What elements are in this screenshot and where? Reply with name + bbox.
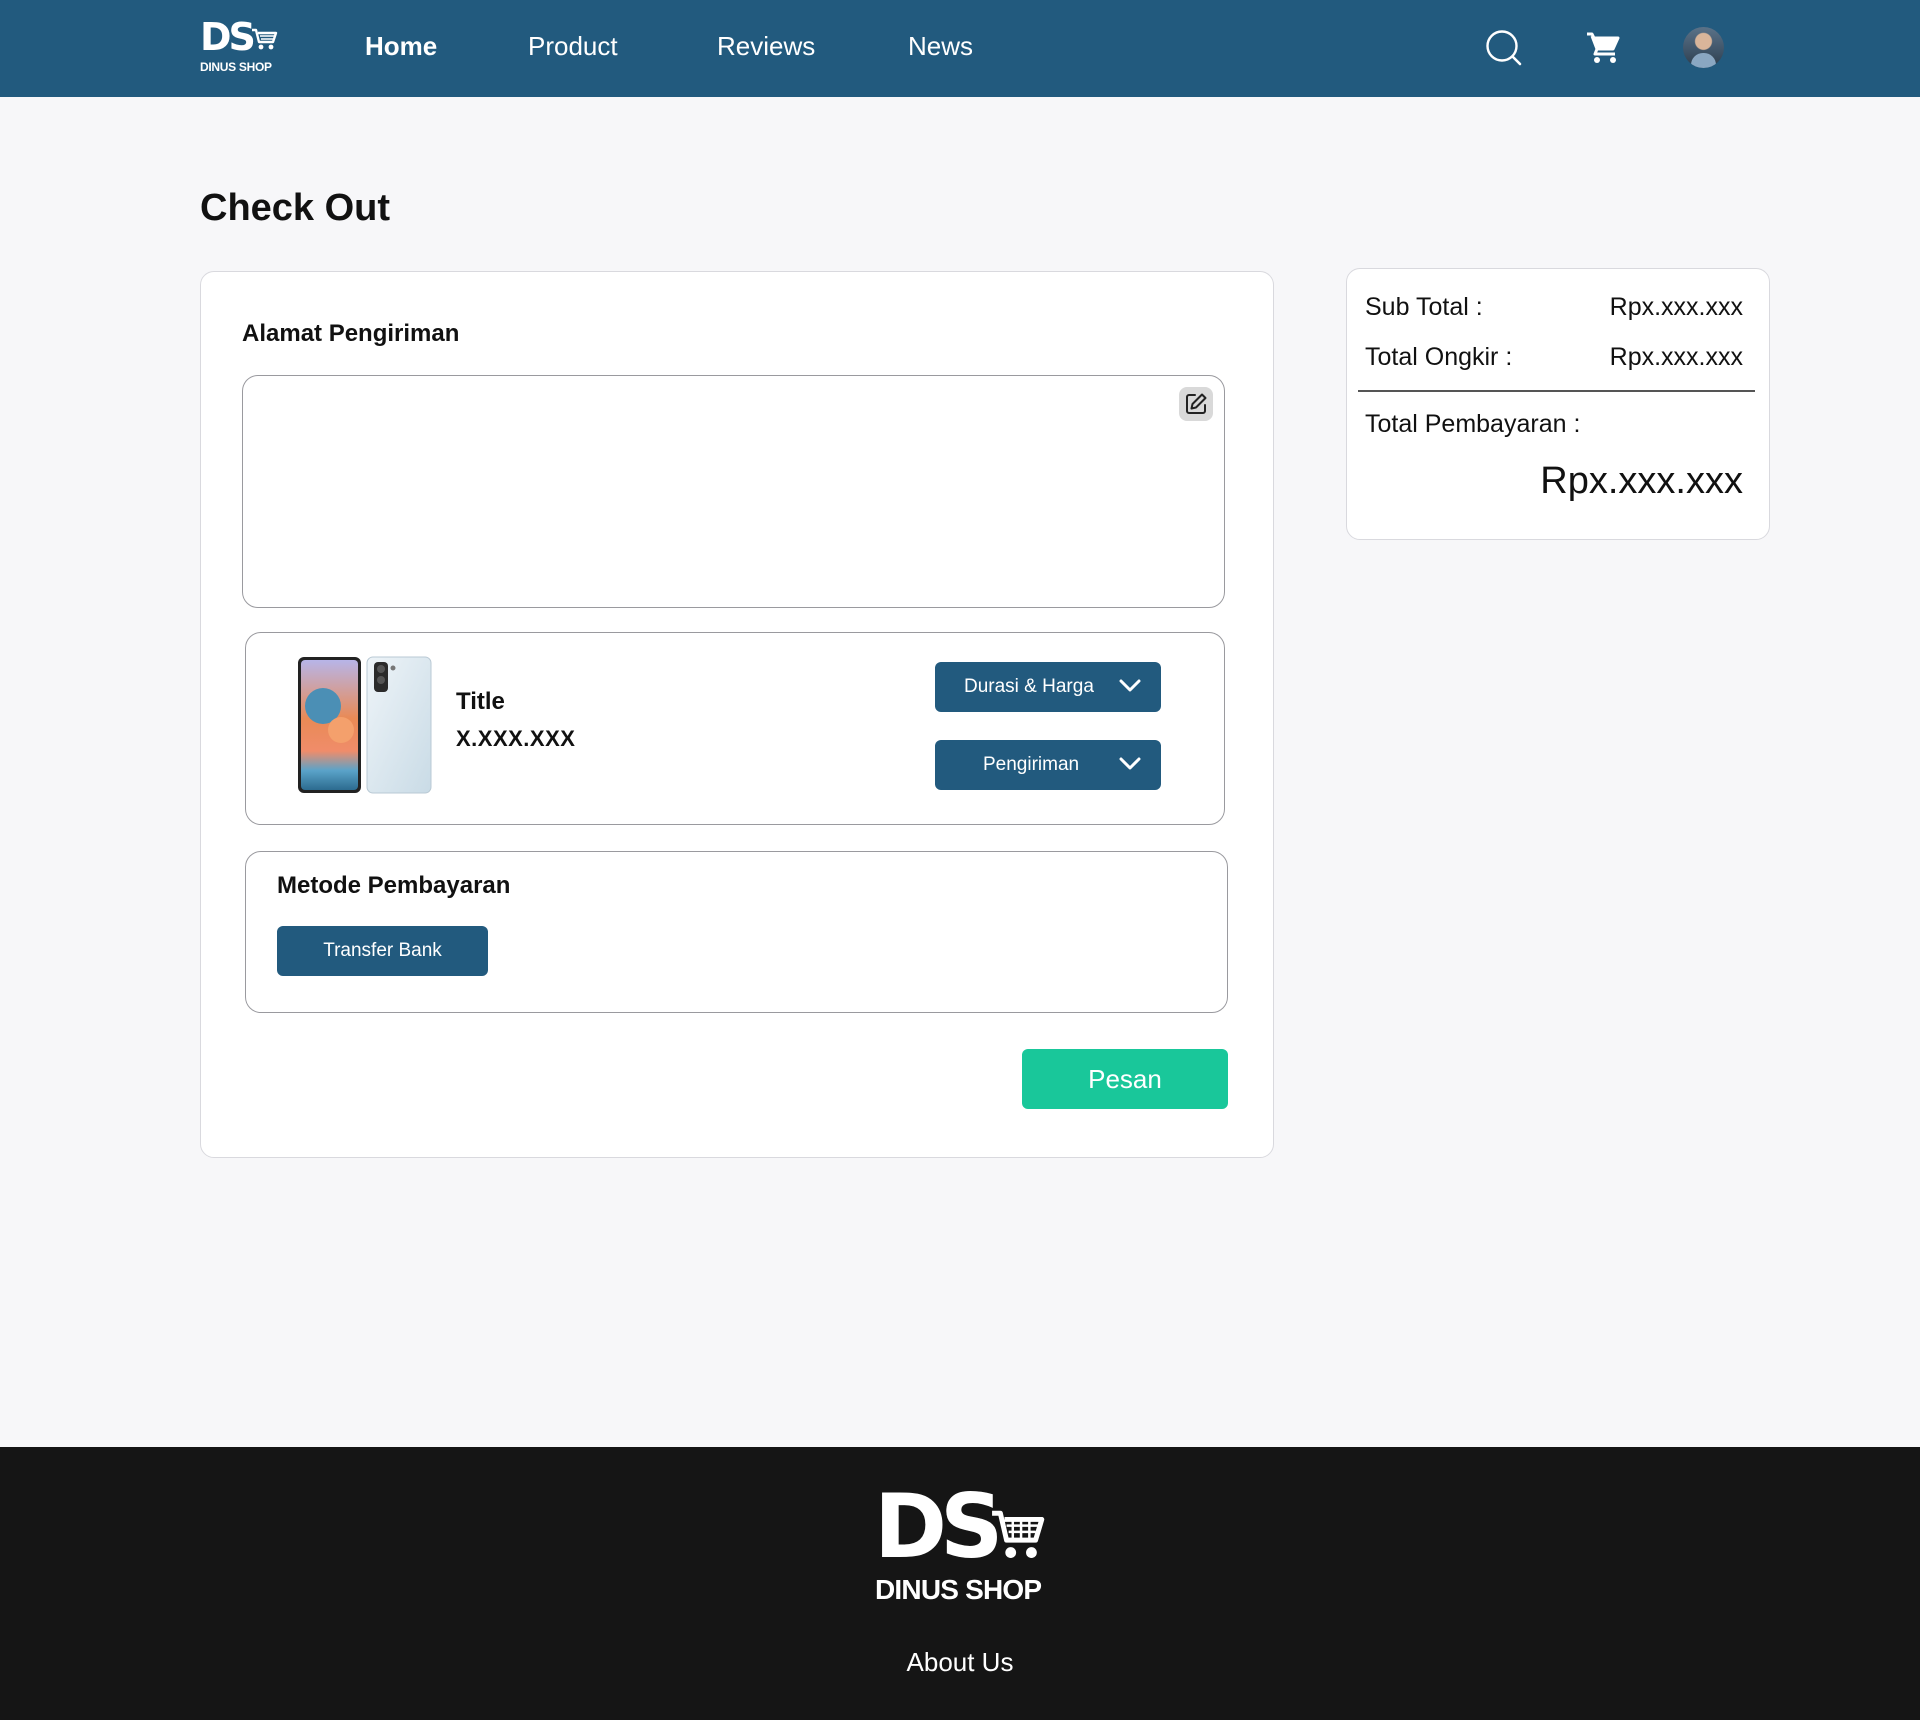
- shipping-cost-label: Total Ongkir :: [1365, 343, 1513, 371]
- order-button[interactable]: Pesan: [1022, 1049, 1228, 1109]
- nav-reviews[interactable]: Reviews: [717, 30, 815, 62]
- subtotal-value: Rpx.xxx.xxx: [1609, 293, 1743, 321]
- top-navbar: DS DINUS SHOP Home Product Reviews News: [0, 0, 1920, 97]
- shipping-dropdown[interactable]: Pengiriman: [935, 740, 1161, 790]
- duration-price-label: Durasi & Harga: [964, 676, 1094, 697]
- total-payment-value: Rpx.xxx.xxx: [1540, 460, 1743, 502]
- avatar[interactable]: [1683, 27, 1724, 68]
- shipping-dropdown-label: Pengiriman: [983, 754, 1080, 775]
- edit-icon: [1186, 393, 1207, 414]
- brand-logo[interactable]: DS DINUS SHOP: [200, 18, 282, 76]
- page-title: Check Out: [200, 187, 391, 229]
- logo-letters: DS: [200, 15, 256, 59]
- about-us-link[interactable]: About Us: [0, 1647, 1920, 1677]
- chevron-down-icon: [1119, 679, 1141, 692]
- transfer-bank-button[interactable]: Transfer Bank: [277, 926, 488, 976]
- footer-logo[interactable]: DS DINUS SHOP: [874, 1475, 1054, 1605]
- total-payment-label: Total Pembayaran :: [1365, 410, 1581, 438]
- nav-news[interactable]: News: [908, 30, 973, 62]
- product-image: [298, 656, 432, 794]
- payment-method-label: Metode Pembayaran: [277, 872, 511, 899]
- footer-logo-letters: DS: [874, 1475, 1003, 1578]
- product-title: Title: [456, 688, 505, 715]
- shipping-cost-value: Rpx.xxx.xxx: [1609, 343, 1743, 371]
- summary-divider: [1358, 390, 1755, 392]
- search-icon[interactable]: [1485, 29, 1523, 67]
- nav-home[interactable]: Home: [365, 30, 437, 62]
- logo-cart-icon: [252, 28, 278, 50]
- cart-icon[interactable]: [1585, 30, 1621, 66]
- footer-logo-name: DINUS SHOP: [875, 1574, 1042, 1605]
- product-price: X.XXX.XXX: [456, 726, 576, 751]
- footer-logo-cart-icon: [992, 1510, 1045, 1558]
- edit-address-button[interactable]: [1179, 387, 1213, 421]
- logo-name: DINUS SHOP: [200, 60, 272, 74]
- subtotal-label: Sub Total :: [1365, 293, 1483, 321]
- nav-product[interactable]: Product: [528, 30, 618, 62]
- chevron-down-icon: [1119, 757, 1141, 770]
- shipping-address-label: Alamat Pengiriman: [242, 320, 460, 347]
- shipping-address-field[interactable]: [242, 375, 1225, 608]
- duration-price-dropdown[interactable]: Durasi & Harga: [935, 662, 1161, 712]
